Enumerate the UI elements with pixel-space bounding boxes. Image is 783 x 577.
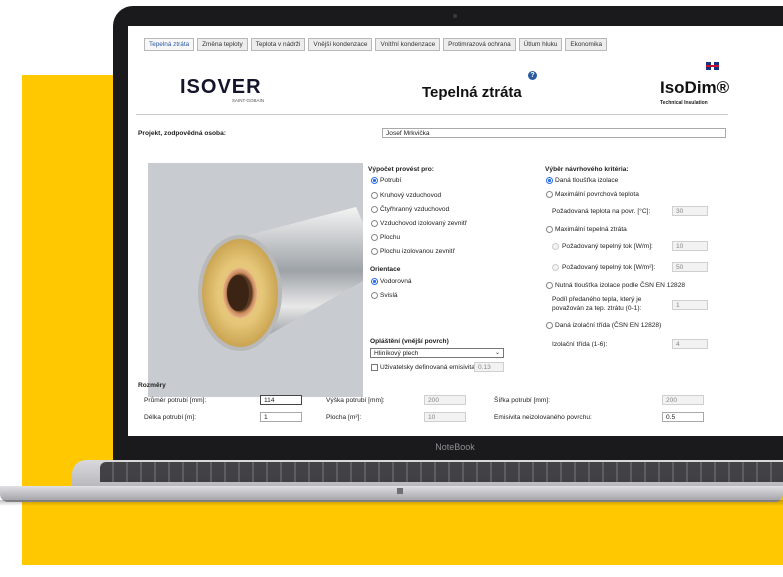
tab-frost-protection[interactable]: Protimrazová ochrana (443, 38, 516, 51)
tab-internal-condensation[interactable]: Vnitřní kondenzace (375, 38, 441, 51)
chevron-down-icon: ⌄ (494, 350, 500, 356)
pipe-length-input[interactable]: 1 (260, 412, 302, 422)
heat-share-input[interactable]: 1 (672, 300, 708, 310)
radio-max-heat-loss[interactable] (546, 226, 553, 233)
heat-share-label-2: považován za tep. ztrátu (0-1): (552, 305, 642, 312)
tab-external-condensation[interactable]: Vnější kondenzace (308, 38, 373, 51)
laptop-hinge-notch (397, 488, 403, 494)
isodim-logo: IsoDim® (660, 78, 730, 97)
pipe-length-label: Délka potrubí [m]: (144, 414, 197, 421)
calc-option-inner-insulated-surface: Plochu izolovanou zevnitř (380, 248, 455, 255)
project-input[interactable]: Josef Mrkvička (382, 128, 726, 138)
radio-flow-per-m2[interactable] (552, 264, 559, 271)
pipe-diameter-input[interactable]: 114 (260, 395, 302, 405)
product-image (148, 163, 363, 397)
calc-option-surface: Plochu (380, 234, 401, 241)
duct-height-input[interactable]: 200 (424, 395, 466, 405)
uk-flag-icon[interactable] (706, 62, 719, 70)
radio-flow-per-m[interactable] (552, 243, 559, 250)
page-title: Tepelná ztráta (422, 84, 522, 101)
tab-temperature-change[interactable]: Změna teploty (197, 38, 248, 51)
insulation-class-input[interactable]: 4 (672, 339, 708, 349)
radio-given-thickness[interactable] (546, 177, 553, 184)
radio-square-duct[interactable] (371, 206, 378, 213)
surface-temp-input[interactable]: 30 (672, 206, 708, 216)
surface-emissivity-label: Emisivita neizolovaného povrchu: (494, 414, 592, 421)
laptop-shadow (0, 500, 783, 506)
pipe-diameter-label: Průměr potrubí [mm]: (144, 397, 207, 404)
flow-per-m-input[interactable]: 10 (672, 241, 708, 251)
criteria-heading: Výběr návrhového kritéria: (545, 166, 629, 173)
duct-width-input[interactable]: 200 (662, 395, 704, 405)
flow-per-m2-label: Požadovaný tepelný tok [W/m²]: (562, 264, 656, 271)
radio-surface[interactable] (371, 234, 378, 241)
laptop-keyboard (100, 462, 783, 482)
calc-option-inner-insulated-duct: Vzduchovod izolovaný zevnitř (380, 220, 467, 227)
insulated-pipe-illustration (198, 207, 363, 351)
duct-height-label: Výška potrubí [mm]: (326, 397, 385, 404)
cladding-heading: Opláštění (vnější povrch) (370, 338, 449, 345)
header-divider (136, 114, 728, 115)
help-icon[interactable]: ? (528, 71, 537, 80)
orientation-vertical: Svislá (380, 292, 398, 299)
custom-emissivity-checkbox[interactable] (371, 364, 378, 371)
radio-round-duct[interactable] (371, 192, 378, 199)
tab-noise-reduction[interactable]: Útlum hluku (518, 38, 563, 51)
surface-temp-label: Požadovaná teplota na povr. [°C]: (552, 208, 651, 215)
heat-share-label-1: Podíl předaného tepla, který je (552, 296, 642, 303)
radio-horizontal[interactable] (371, 278, 378, 285)
isover-logo: ISOVER (180, 76, 262, 98)
isover-logo-sub: SAINT-GOBAIN (232, 98, 265, 103)
radio-required-thickness[interactable] (546, 282, 553, 289)
flow-per-m2-input[interactable]: 50 (672, 262, 708, 272)
calc-option-pipe: Potrubí (380, 177, 402, 184)
radio-inner-insulated-surface[interactable] (371, 248, 378, 255)
radio-max-surface-temp[interactable] (546, 191, 553, 198)
duct-width-label: Šířka potrubí [mm]: (494, 397, 551, 404)
isodim-logo-sub: Technical Insulation (660, 100, 708, 106)
tab-economics[interactable]: Ekonomika (565, 38, 608, 51)
criteria-insulation-class: Daná izolační třída (ČSN EN 12828) (555, 322, 662, 329)
cladding-select-value: Hliníkový plech (374, 350, 419, 357)
insulation-class-label: Izolační třída (1-6): (552, 341, 608, 348)
custom-emissivity-label: Uživatelsky definovaná emisivita (380, 364, 475, 371)
criteria-required-thickness: Nutná tloušťka izolace podle ČSN EN 1282… (555, 282, 686, 289)
calc-option-round-duct: Kruhový vzduchovod (380, 192, 442, 199)
cladding-select[interactable]: Hliníkový plech ⌄ (370, 348, 504, 358)
radio-pipe[interactable] (371, 177, 378, 184)
orientation-horizontal: Vodorovná (380, 278, 412, 285)
surface-emissivity-input[interactable]: 0.5 (662, 412, 704, 422)
radio-vertical[interactable] (371, 292, 378, 299)
tab-bar: Tepelná ztráta Změna teploty Teplota v n… (144, 38, 608, 51)
custom-emissivity-input[interactable]: 0.13 (474, 362, 504, 372)
area-input[interactable]: 10 (424, 412, 466, 422)
radio-insulation-class[interactable] (546, 322, 553, 329)
radio-inner-insulated-duct[interactable] (371, 220, 378, 227)
notebook-label: NoteBook (435, 442, 475, 452)
app-screen: Tepelná ztráta Změna teploty Teplota v n… (128, 26, 783, 436)
calc-heading: Výpočet provést pro: (368, 166, 434, 173)
criteria-given-thickness: Daná tloušťka izolace (555, 177, 619, 184)
dimensions-heading: Rozměry (138, 382, 166, 389)
camera-icon (453, 14, 457, 18)
criteria-max-surface-temp: Maximální povrchová teplota (555, 191, 639, 198)
calc-option-square-duct: Čtyřhranný vzduchovod (380, 206, 450, 213)
tab-tank-temperature[interactable]: Teplota v nádrži (250, 38, 306, 51)
project-label: Projekt, zodpovědná osoba: (138, 130, 226, 137)
tab-heat-loss[interactable]: Tepelná ztráta (144, 38, 195, 51)
criteria-max-heat-loss: Maximální tepelná ztráta (555, 226, 627, 233)
area-label: Plocha [m²]: (326, 414, 362, 421)
flow-per-m-label: Požadovaný tepelný tok [W/m]: (562, 243, 653, 250)
orientation-heading: Orientace (370, 266, 401, 273)
